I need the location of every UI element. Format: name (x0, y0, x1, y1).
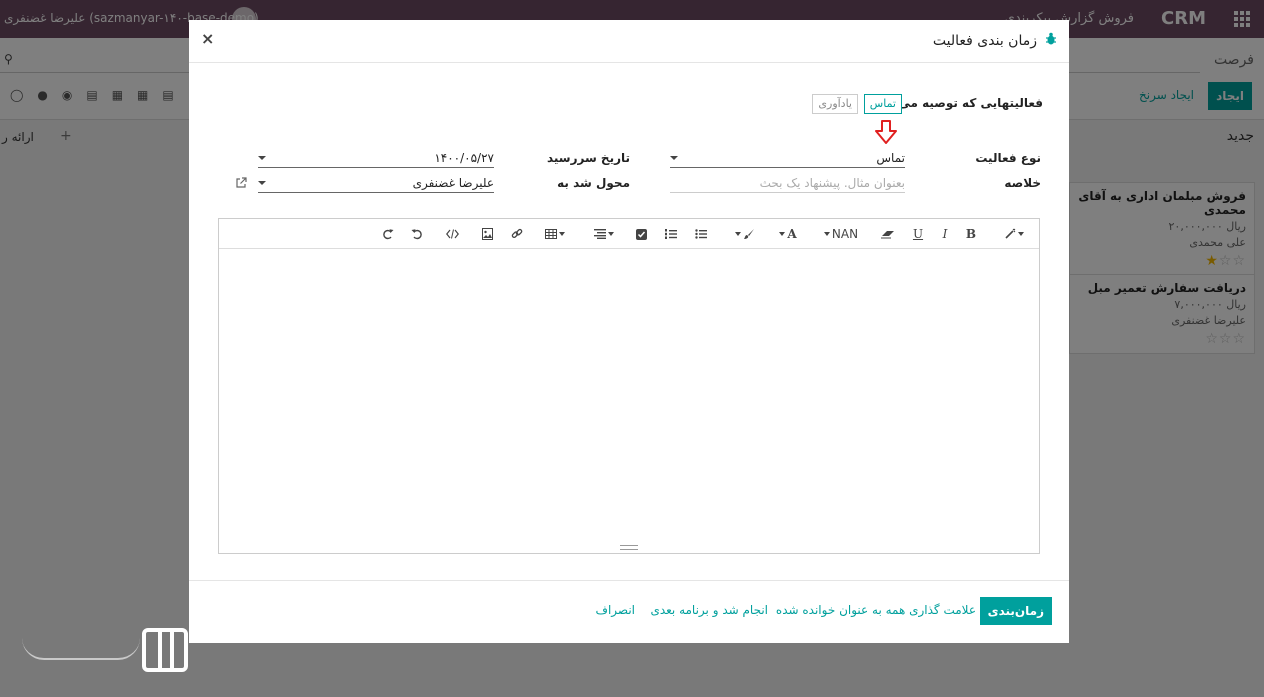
link-icon (511, 228, 523, 239)
font-color-dropdown[interactable]: A (773, 225, 801, 243)
table-dropdown[interactable] (541, 225, 571, 243)
chevron-down-icon (670, 156, 678, 160)
font-color-glyph: A (787, 227, 797, 241)
dialog-header: زمان بندی فعالیت × (189, 20, 1069, 63)
dialog-footer: زمان‌بندی علامت گذاری همه به عنوان خواند… (189, 580, 1069, 643)
recommended-reminder-button[interactable]: یادآوری (812, 94, 858, 114)
font-size-dropdown[interactable]: NAN (817, 225, 863, 243)
recommended-call-button[interactable]: تماس (863, 94, 902, 114)
image-icon (481, 228, 493, 240)
external-link-icon[interactable] (235, 177, 247, 189)
paint-brush-icon (744, 229, 754, 239)
schedule-activity-dialog: زمان بندی فعالیت × فعالیتهایی که توصیه م… (189, 20, 1069, 643)
activity-type-value: تماس (876, 151, 905, 165)
watermark-logo (22, 626, 188, 674)
code-icon (445, 229, 459, 239)
watermark-logo-icon (142, 628, 188, 672)
assigned-to-label: محول شد به (557, 176, 630, 190)
redo-icon (383, 229, 394, 240)
assigned-to-value: علیرضا غضنفری (412, 176, 494, 190)
numbered-list-icon (665, 229, 677, 239)
down-arrow-icon (875, 120, 897, 144)
editor-toolbar: B I U NAN A (219, 219, 1039, 249)
align-icon (594, 229, 606, 239)
undo-button[interactable] (409, 225, 425, 243)
bullet-list-button[interactable] (693, 225, 709, 243)
chevron-down-icon (258, 181, 266, 185)
eraser-button[interactable] (879, 225, 897, 243)
checklist-button[interactable] (633, 225, 649, 243)
redo-button[interactable] (380, 225, 396, 243)
style-dropdown[interactable] (1001, 225, 1029, 243)
mark-done-button[interactable]: علامت گذاری همه به عنوان خوانده شده (776, 603, 976, 617)
table-icon (545, 229, 557, 239)
code-view-button[interactable] (443, 225, 461, 243)
summary-placeholder: بعنوان مثال. پیشنهاد یک بحث (759, 176, 905, 190)
bug-icon[interactable] (1045, 32, 1057, 46)
chevron-down-icon (258, 156, 266, 160)
note-editor-body[interactable] (219, 250, 1039, 553)
summary-input[interactable]: بعنوان مثال. پیشنهاد یک بحث (670, 175, 905, 193)
activity-type-label: نوع فعالیت (975, 151, 1041, 165)
underline-button[interactable]: U (910, 225, 926, 243)
undo-icon (411, 229, 422, 240)
discard-button[interactable]: انصراف (596, 603, 635, 617)
magic-wand-icon (1005, 228, 1016, 239)
link-button[interactable] (509, 225, 525, 243)
bullet-list-icon (695, 229, 707, 239)
summary-label: خلاصه (1004, 176, 1041, 190)
italic-button[interactable]: I (937, 225, 953, 243)
highlight-dropdown[interactable] (729, 225, 759, 243)
due-date-input[interactable]: ۱۴۰۰/۰۵/۲۷ (258, 150, 494, 168)
image-button[interactable] (479, 225, 495, 243)
assigned-to-select[interactable]: علیرضا غضنفری (258, 175, 494, 193)
due-date-value: ۱۴۰۰/۰۵/۲۷ (434, 151, 494, 165)
watermark-script (22, 638, 140, 660)
bold-button[interactable]: B (963, 225, 979, 243)
done-schedule-next-button[interactable]: انجام شد و برنامه بعدی (650, 603, 768, 617)
numbered-list-button[interactable] (663, 225, 679, 243)
schedule-button[interactable]: زمان‌بندی (979, 597, 1052, 625)
font-size-value: NAN (831, 227, 859, 241)
eraser-icon (881, 231, 894, 239)
paragraph-dropdown[interactable] (591, 225, 619, 243)
activity-type-select[interactable]: تماس (670, 150, 905, 168)
editor-resize-handle[interactable] (620, 545, 638, 550)
close-button[interactable]: × (201, 29, 214, 48)
due-date-label: تاریخ سررسید (546, 151, 630, 165)
dialog-title: زمان بندی فعالیت (932, 33, 1037, 49)
note-editor: B I U NAN A (218, 218, 1040, 554)
checkbox-icon (635, 228, 647, 240)
